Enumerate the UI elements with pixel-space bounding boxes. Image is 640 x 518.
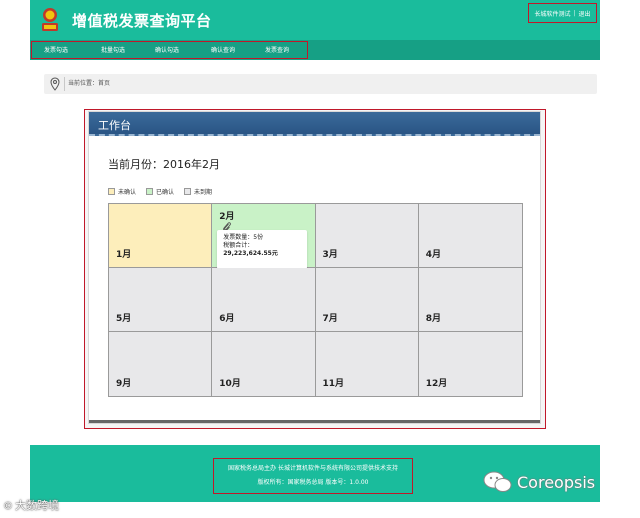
month-cell-12[interactable]: 12月 [418, 332, 522, 396]
header-bar: 增值税发票查询平台 长城软件测试 | 退出 [30, 0, 600, 40]
legend-item-unconfirmed: 未确认 [108, 187, 136, 196]
legend-item-confirmed: 已确认 [146, 187, 174, 196]
workbench-panel: 工作台 当前月份：2016年2月 未确认 已确认 未到期 1月 2月 发票数量：… [88, 111, 541, 424]
footer-copyright: 版权所有：国家税务总局 版本号：1.0.00 [257, 479, 369, 486]
month-label: 9月 [116, 379, 132, 389]
breadcrumb-text: 当前位置：首页 [68, 80, 111, 87]
header-user-links: 长城软件测试 | 退出 [528, 3, 597, 23]
nav-bar: 发票勾选 批量勾选 确认勾选 确认查询 发票查询 [30, 40, 600, 60]
month-cell-7[interactable]: 7月 [315, 268, 419, 332]
wechat-icon [483, 471, 512, 492]
current-month: 当前月份：2016年2月 [108, 158, 220, 171]
month-label: 3月 [322, 250, 338, 260]
month-cell-4[interactable]: 4月 [418, 204, 522, 268]
month-cell-5[interactable]: 5月 [109, 268, 213, 332]
nav-item-confirm-query[interactable]: 确认查询 [211, 42, 235, 60]
legend-label: 已确认 [156, 189, 175, 196]
month-label: 5月 [116, 314, 132, 324]
user-name-link[interactable]: 长城软件测试 [534, 9, 570, 18]
month-label: 11月 [322, 379, 345, 389]
month-cell-10[interactable]: 10月 [212, 332, 316, 396]
month-cell-6[interactable]: 6月 [212, 268, 316, 332]
breadcrumb: 当前位置：首页 [44, 74, 597, 94]
link-separator: | [573, 9, 576, 17]
month-label: 1月 [116, 250, 132, 260]
nav-item-invoice-select[interactable]: 发票勾选 [44, 42, 68, 60]
workbench-header: 工作台 [89, 112, 540, 136]
breadcrumb-divider [64, 77, 65, 91]
status-legend: 未确认 已确认 未到期 [108, 187, 222, 196]
workbench-bottom-bar [89, 420, 540, 423]
footer-organizer: 国家税务总局主办 长城计算机软件与系统有限公司提供技术支持 [228, 465, 398, 472]
month-cell-11[interactable]: 11月 [315, 332, 419, 396]
legend-swatch [146, 188, 154, 195]
invoice-count: 发票数量：5份 [223, 234, 264, 241]
site-title: 增值税发票查询平台 [72, 12, 212, 30]
footer-info: 国家税务总局主办 长城计算机软件与系统有限公司提供技术支持 版权所有：国家税务总… [213, 458, 413, 494]
location-pin-icon [50, 77, 60, 91]
watermark-left-text: 大数跨境 [15, 499, 59, 512]
month-label: 7月 [322, 314, 338, 324]
month-label: 10月 [219, 379, 241, 389]
month-label: 6月 [219, 314, 235, 324]
nav-item-batch-select[interactable]: 批量勾选 [101, 42, 125, 60]
legend-label: 未到期 [194, 189, 213, 196]
month-cell-9[interactable]: 9月 [109, 332, 213, 396]
logout-link[interactable]: 退出 [579, 9, 591, 18]
legend-swatch [184, 188, 192, 195]
month-cell-2[interactable]: 2月 发票数量：5份 税额合计： 29,223,624.55元 [212, 204, 316, 269]
tax-total-label: 税额合计： [223, 242, 254, 249]
invoice-summary-card[interactable]: 发票数量：5份 税额合计： 29,223,624.55元 [217, 230, 308, 269]
watermark-left: © 大数跨境 [3, 497, 59, 513]
watermark-right: Coreopsis [483, 470, 595, 494]
month-label: 8月 [425, 314, 442, 324]
nav-item-confirm-select[interactable]: 确认勾选 [155, 42, 179, 60]
month-label: 4月 [425, 250, 442, 260]
tax-total-value: 29,223,624.55元 [223, 250, 278, 257]
month-cell-1[interactable]: 1月 [109, 204, 213, 268]
month-label: 12月 [425, 379, 448, 389]
legend-swatch [108, 188, 115, 195]
month-cell-8[interactable]: 8月 [418, 268, 522, 332]
workbench-title: 工作台 [98, 119, 131, 132]
tax-emblem-icon [42, 8, 58, 31]
nav-highlight: 发票勾选 批量勾选 确认勾选 确认查询 发票查询 [31, 41, 308, 59]
legend-label: 未确认 [118, 189, 137, 196]
watermark-logo-icon: © [3, 501, 13, 512]
month-calendar: 1月 2月 发票数量：5份 税额合计： 29,223,624.55元 3月 4月… [108, 203, 523, 397]
month-cell-3[interactable]: 3月 [315, 204, 419, 268]
watermark-right-text: Coreopsis [517, 472, 596, 492]
legend-item-not-due: 未到期 [184, 187, 212, 196]
nav-item-invoice-query[interactable]: 发票查询 [265, 42, 289, 60]
